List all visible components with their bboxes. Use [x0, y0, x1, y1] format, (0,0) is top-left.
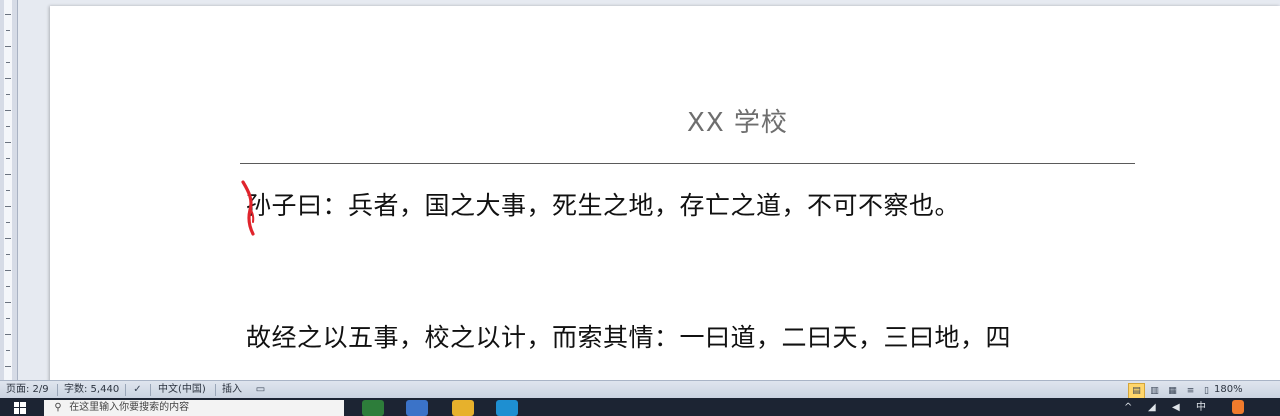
folder-app-icon[interactable]	[452, 400, 474, 416]
ruler-tick	[6, 30, 10, 31]
page-header-text[interactable]: XX 学校	[50, 102, 1280, 139]
ruler-tick	[6, 286, 10, 287]
search-icon: ⚲	[54, 402, 62, 413]
page-count[interactable]: 页面: 2/9	[6, 383, 49, 397]
ruler-tick	[5, 206, 11, 207]
search-placeholder: 在这里输入你要搜索的内容	[69, 402, 190, 413]
ruler-tick	[5, 46, 11, 47]
outline-view-icon[interactable]: ≡	[1182, 383, 1199, 399]
status-separator	[150, 384, 151, 396]
ruler-tick	[6, 318, 10, 319]
ruler-tick	[6, 254, 10, 255]
word-window: XX 学校 孙子曰：兵者，国之大事，死生之地，存亡之道，不可不察也。 故经之以五…	[0, 0, 1280, 416]
ruler-tick	[6, 94, 10, 95]
status-separator	[215, 384, 216, 396]
status-separator	[57, 384, 58, 396]
status-separator	[125, 384, 126, 396]
ruler-tick	[5, 14, 11, 15]
proofing-icon[interactable]: ✓	[131, 384, 144, 396]
notification-app-icon[interactable]	[1232, 400, 1244, 414]
ime-icon[interactable]: 中	[1196, 401, 1206, 415]
insert-mode[interactable]: 插入	[222, 383, 242, 397]
volume-icon[interactable]: ◀	[1172, 401, 1180, 415]
document-page[interactable]: XX 学校 孙子曰：兵者，国之大事，死生之地，存亡之道，不可不察也。 故经之以五…	[50, 6, 1280, 386]
ruler-tick	[6, 158, 10, 159]
edge-app-icon[interactable]	[496, 400, 518, 416]
full-screen-reading-view-icon[interactable]: ▥	[1146, 383, 1163, 399]
ruler-tick	[5, 302, 11, 303]
ruler-tick	[5, 174, 11, 175]
ruler-tick	[6, 350, 10, 351]
ruler-tick	[5, 366, 11, 367]
browser-app-icon[interactable]	[362, 400, 384, 416]
ruler-tick	[5, 78, 11, 79]
ruler-tick	[5, 270, 11, 271]
ruler-tick	[6, 126, 10, 127]
windows-taskbar: ⚲ 在这里输入你要搜索的内容 ^ ◢ ◀ 中	[0, 398, 1280, 416]
ruler-tick	[5, 238, 11, 239]
vertical-ruler[interactable]	[0, 0, 18, 380]
ruler-tick	[5, 334, 11, 335]
ruler-tick	[5, 142, 11, 143]
paragraph-2[interactable]: 故经之以五事，校之以计，而索其情：一曰道，二曰天，三曰地，四	[246, 318, 1011, 354]
windows-start-icon[interactable]	[8, 401, 32, 415]
ruler-tick	[6, 62, 10, 63]
zoom-level[interactable]: 180%	[1214, 383, 1243, 397]
ruler-tick	[6, 190, 10, 191]
ruler-tick	[5, 110, 11, 111]
web-layout-view-icon[interactable]: ▦	[1164, 383, 1181, 399]
print-layout-view-icon[interactable]: ▤	[1128, 383, 1145, 399]
status-bar: 页面: 2/9 字数: 5,440 ✓ 中文(中国) 插入 ▭ ▤ ▥ ▦ ≡ …	[0, 380, 1280, 399]
language-indicator[interactable]: 中文(中国)	[158, 383, 206, 397]
ruler-tick	[6, 222, 10, 223]
word-app-icon[interactable]	[406, 400, 428, 416]
word-count[interactable]: 字数: 5,440	[64, 383, 119, 397]
draft-view-icon[interactable]: ▯	[1198, 383, 1215, 399]
header-divider	[240, 163, 1135, 164]
red-pen-mark	[241, 180, 255, 236]
taskbar-search-input[interactable]: ⚲ 在这里输入你要搜索的内容	[44, 400, 344, 416]
macro-record-icon[interactable]: ▭	[254, 384, 267, 396]
network-icon[interactable]: ◢	[1148, 401, 1156, 415]
document-canvas: XX 学校 孙子曰：兵者，国之大事，死生之地，存亡之道，不可不察也。 故经之以五…	[18, 0, 1280, 386]
tray-arrow-icon[interactable]: ^	[1124, 401, 1132, 415]
paragraph-1[interactable]: 孙子曰：兵者，国之大事，死生之地，存亡之道，不可不察也。	[246, 186, 960, 222]
